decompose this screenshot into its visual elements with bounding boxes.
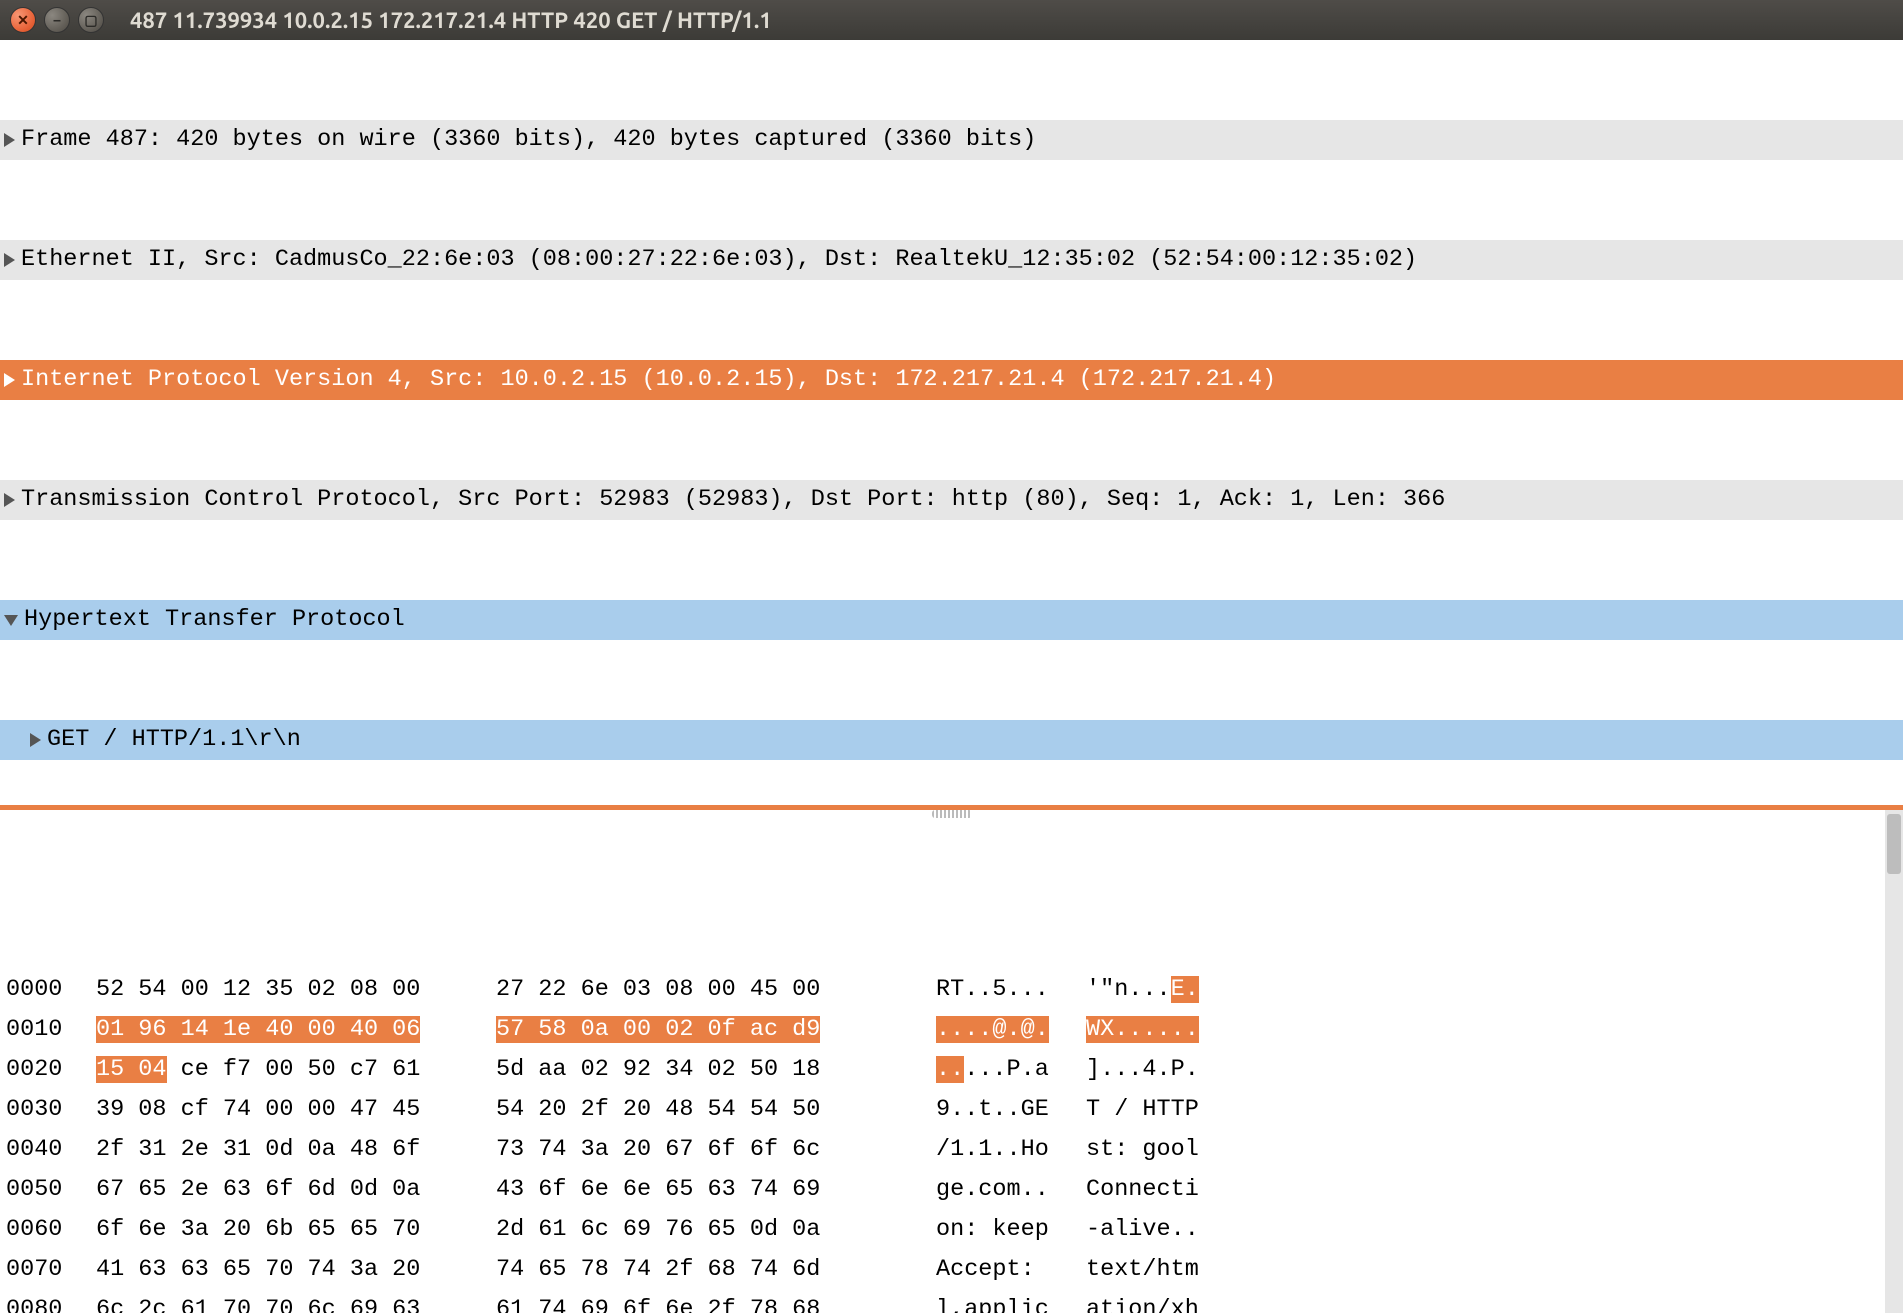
window-maximize-button[interactable]: ▢	[78, 7, 104, 33]
hex-bytes-right: 5d aa 02 92 34 02 50 18	[496, 1050, 896, 1090]
hex-bytes-left: 01 96 14 1e 40 00 40 06	[96, 1010, 496, 1050]
pane-splitter-handle[interactable]	[932, 810, 972, 818]
hex-ascii-left: on: keep	[936, 1210, 1086, 1250]
window-close-button[interactable]: ✕	[10, 7, 36, 33]
hex-bytes-right: 74 65 78 74 2f 68 74 6d	[496, 1250, 896, 1290]
window-titlebar: ✕ – ▢ 487 11.739934 10.0.2.15 172.217.21…	[0, 0, 1903, 40]
tree-label: GET / HTTP/1.1\r\n	[47, 720, 1903, 760]
hex-ascii-right: -alive..	[1086, 1210, 1199, 1250]
collapse-icon[interactable]	[4, 615, 18, 626]
hex-dump-pane[interactable]: 000052 54 00 12 35 02 08 00 27 22 6e 03 …	[0, 810, 1903, 1313]
hex-line[interactable]: 005067 65 2e 63 6f 6d 0d 0a 43 6f 6e 6e …	[0, 1170, 1903, 1210]
expand-icon[interactable]	[4, 373, 15, 387]
hex-line[interactable]: 00402f 31 2e 31 0d 0a 48 6f 73 74 3a 20 …	[0, 1130, 1903, 1170]
hex-bytes-left: 6c 2c 61 70 70 6c 69 63	[96, 1290, 496, 1313]
hex-offset: 0000	[6, 970, 96, 1010]
hex-bytes-right: 57 58 0a 00 02 0f ac d9	[496, 1010, 896, 1050]
hex-ascii-left: 9..t..GE	[936, 1090, 1086, 1130]
hex-bytes-left: 15 04 ce f7 00 50 c7 61	[96, 1050, 496, 1090]
hex-bytes-left: 6f 6e 3a 20 6b 65 65 70	[96, 1210, 496, 1250]
hex-line[interactable]: 000052 54 00 12 35 02 08 00 27 22 6e 03 …	[0, 970, 1903, 1010]
tree-row-http-get[interactable]: GET / HTTP/1.1\r\n	[0, 720, 1903, 760]
hex-bytes-right: 54 20 2f 20 48 54 54 50	[496, 1090, 896, 1130]
hex-ascii-left: ge.com..	[936, 1170, 1086, 1210]
tree-row-http[interactable]: Hypertext Transfer Protocol	[0, 600, 1903, 640]
expand-icon[interactable]	[4, 253, 15, 267]
hex-line[interactable]: 007041 63 63 65 70 74 3a 20 74 65 78 74 …	[0, 1250, 1903, 1290]
tree-label: Frame 487: 420 bytes on wire (3360 bits)…	[21, 120, 1903, 160]
tree-row-tcp[interactable]: Transmission Control Protocol, Src Port:…	[0, 480, 1903, 520]
hex-offset: 0080	[6, 1290, 96, 1313]
tree-label: Ethernet II, Src: CadmusCo_22:6e:03 (08:…	[21, 240, 1903, 280]
hex-line[interactable]: 002015 04 ce f7 00 50 c7 61 5d aa 02 92 …	[0, 1050, 1903, 1090]
hex-ascii-left: RT..5...	[936, 970, 1086, 1010]
hex-offset: 0010	[6, 1010, 96, 1050]
hex-line[interactable]: 00606f 6e 3a 20 6b 65 65 70 2d 61 6c 69 …	[0, 1210, 1903, 1250]
hex-line[interactable]: 003039 08 cf 74 00 00 47 45 54 20 2f 20 …	[0, 1090, 1903, 1130]
hex-ascii-right: T / HTTP	[1086, 1090, 1199, 1130]
expand-icon[interactable]	[30, 733, 41, 747]
protocol-tree-pane[interactable]: Frame 487: 420 bytes on wire (3360 bits)…	[0, 40, 1903, 810]
tree-label: Transmission Control Protocol, Src Port:…	[21, 480, 1903, 520]
hex-bytes-right: 27 22 6e 03 08 00 45 00	[496, 970, 896, 1010]
hex-ascii-left: ....@.@.	[936, 1010, 1086, 1050]
scrollbar-thumb[interactable]	[1887, 814, 1901, 874]
tree-row-ip-selected[interactable]: Internet Protocol Version 4, Src: 10.0.2…	[0, 360, 1903, 400]
hex-ascii-right: st: gool	[1086, 1130, 1199, 1170]
hex-bytes-left: 41 63 63 65 70 74 3a 20	[96, 1250, 496, 1290]
hex-ascii-left: .....P.a	[936, 1050, 1086, 1090]
expand-icon[interactable]	[4, 133, 15, 147]
hex-ascii-right: text/htm	[1086, 1250, 1199, 1290]
hex-ascii-right: '"n...E.	[1086, 970, 1199, 1010]
hex-bytes-left: 67 65 2e 63 6f 6d 0d 0a	[96, 1170, 496, 1210]
tree-label: Hypertext Transfer Protocol	[24, 600, 1903, 640]
hex-ascii-right: ]...4.P.	[1086, 1050, 1199, 1090]
hex-bytes-right: 61 74 69 6f 6e 2f 78 68	[496, 1290, 896, 1313]
hex-bytes-left: 39 08 cf 74 00 00 47 45	[96, 1090, 496, 1130]
tree-row-frame[interactable]: Frame 487: 420 bytes on wire (3360 bits)…	[0, 120, 1903, 160]
hex-offset: 0020	[6, 1050, 96, 1090]
hex-bytes-right: 2d 61 6c 69 76 65 0d 0a	[496, 1210, 896, 1250]
tree-label: Internet Protocol Version 4, Src: 10.0.2…	[21, 360, 1903, 400]
hex-line[interactable]: 001001 96 14 1e 40 00 40 06 57 58 0a 00 …	[0, 1010, 1903, 1050]
hex-ascii-left: Accept:	[936, 1250, 1086, 1290]
hex-ascii-right: Connecti	[1086, 1170, 1199, 1210]
hex-offset: 0050	[6, 1170, 96, 1210]
hex-offset: 0030	[6, 1090, 96, 1130]
hex-ascii-left: /1.1..Ho	[936, 1130, 1086, 1170]
hex-offset: 0040	[6, 1130, 96, 1170]
window-title: 487 11.739934 10.0.2.15 172.217.21.4 HTT…	[130, 8, 772, 33]
hex-ascii-right: ation/xh	[1086, 1290, 1199, 1313]
hex-bytes-right: 43 6f 6e 6e 65 63 74 69	[496, 1170, 896, 1210]
hex-offset: 0060	[6, 1210, 96, 1250]
hex-bytes-right: 73 74 3a 20 67 6f 6f 6c	[496, 1130, 896, 1170]
expand-icon[interactable]	[4, 493, 15, 507]
window-minimize-button[interactable]: –	[44, 7, 70, 33]
hex-line[interactable]: 00806c 2c 61 70 70 6c 69 63 61 74 69 6f …	[0, 1290, 1903, 1313]
hex-bytes-left: 2f 31 2e 31 0d 0a 48 6f	[96, 1130, 496, 1170]
tree-row-ethernet[interactable]: Ethernet II, Src: CadmusCo_22:6e:03 (08:…	[0, 240, 1903, 280]
hex-bytes-left: 52 54 00 12 35 02 08 00	[96, 970, 496, 1010]
hex-offset: 0070	[6, 1250, 96, 1290]
hex-ascii-right: WX......	[1086, 1010, 1199, 1050]
hex-ascii-left: l,applic	[936, 1290, 1086, 1313]
